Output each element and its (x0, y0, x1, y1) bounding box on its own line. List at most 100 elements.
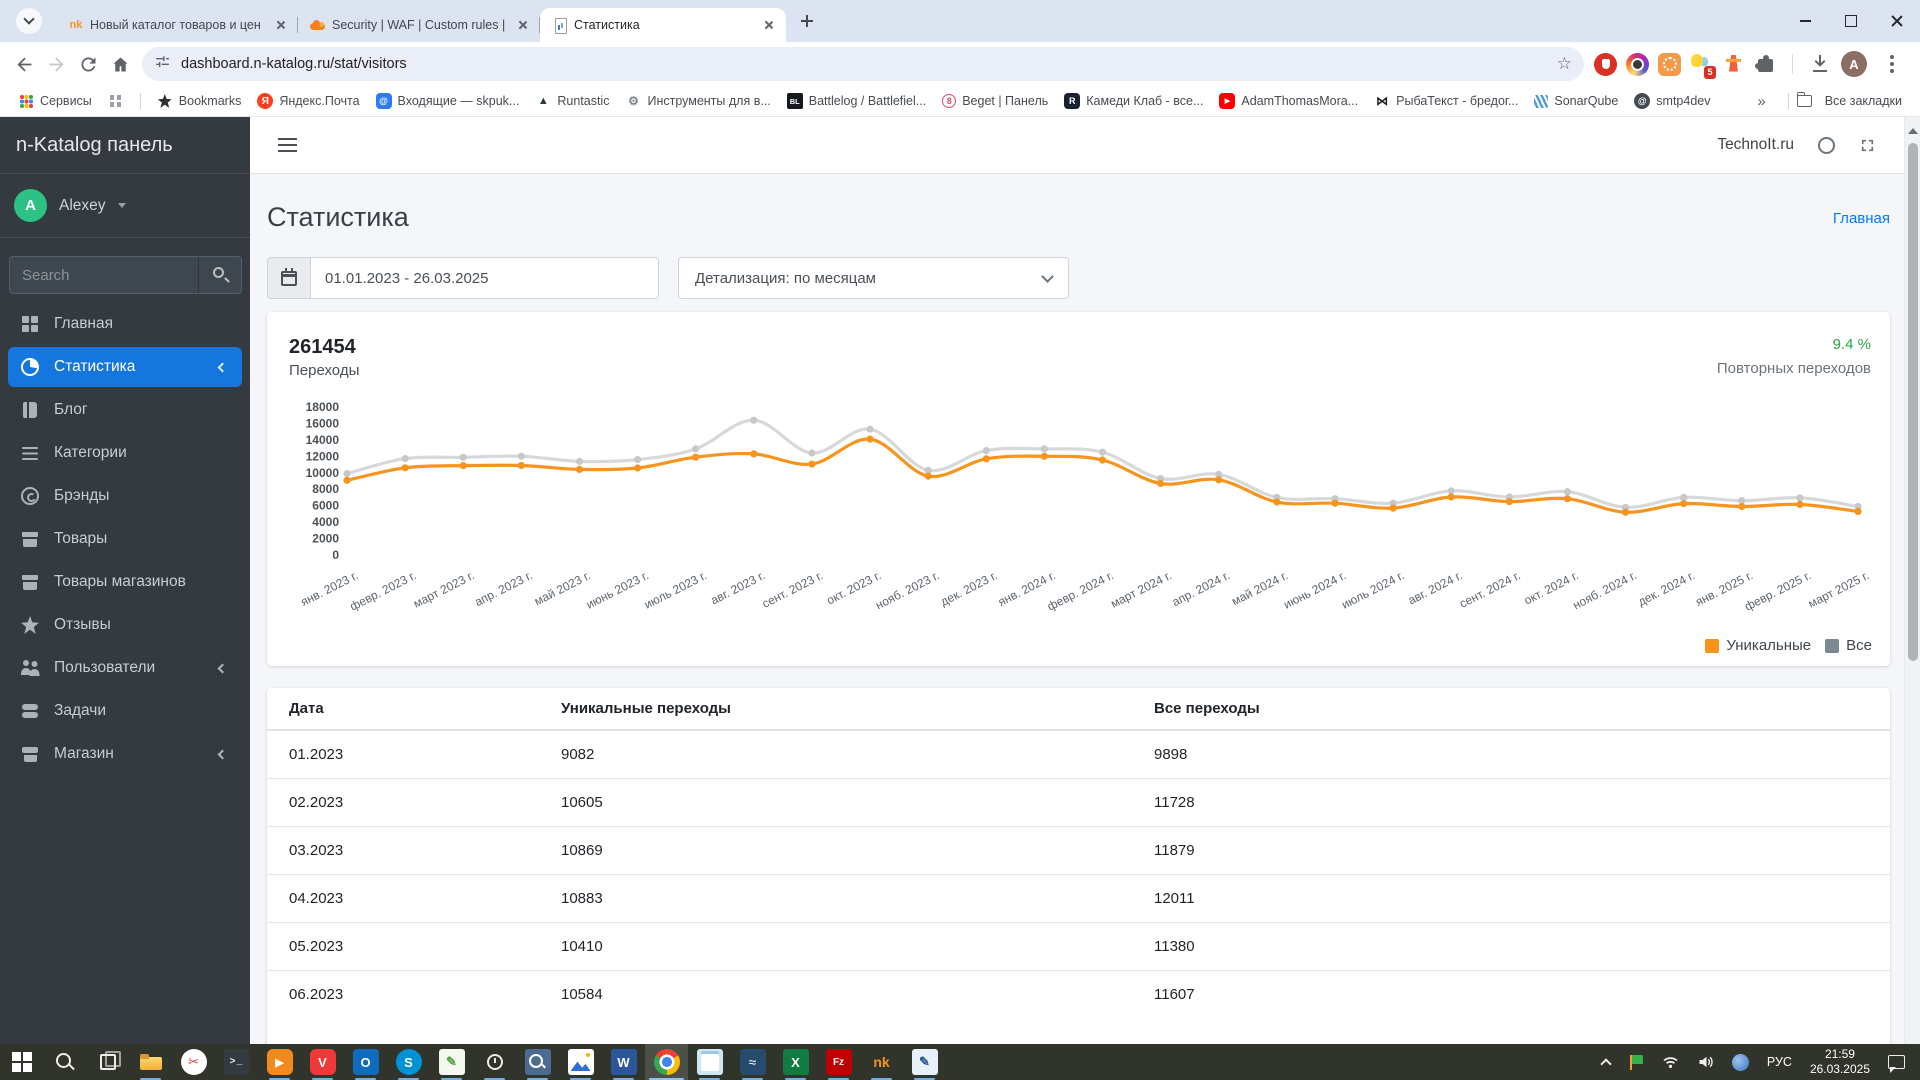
hamburger-menu-icon[interactable] (278, 137, 297, 153)
bookmark-item[interactable]: R Камеди Клаб - все... (1056, 86, 1211, 117)
bookmark-item[interactable]: Сервисы (10, 86, 100, 117)
bookmark-item[interactable]: ▲ Runtastic (527, 86, 617, 117)
taskbar-start[interactable] (0, 1044, 43, 1080)
extensions-puzzle-icon[interactable] (1754, 53, 1777, 76)
all-bookmarks-button[interactable]: Все закладки (1789, 86, 1910, 117)
sidebar-item[interactable]: Брэнды (8, 476, 242, 516)
downloads-icon[interactable] (1808, 52, 1832, 76)
sidebar-item[interactable]: Пользователи (8, 648, 242, 688)
sidebar-item[interactable]: Товары (8, 519, 242, 559)
bookmark-item[interactable]: BL Battlelog / Battlefiel... (779, 86, 934, 117)
brand[interactable]: n-Katalog панель (0, 117, 250, 174)
bookmark-item[interactable]: ⚙ Инструменты для в... (617, 86, 778, 117)
tune-icon[interactable] (154, 53, 171, 75)
maximize-button[interactable] (1828, 0, 1874, 42)
taskbar-outlook[interactable]: O (344, 1044, 387, 1080)
tray-app-icon[interactable] (1723, 1044, 1758, 1080)
table-row[interactable]: 01.2023 9082 9898 (267, 730, 1890, 779)
lighthouse-extension-icon[interactable] (1722, 53, 1745, 76)
sidebar-item[interactable]: Статистика (8, 347, 242, 387)
tab-close-icon[interactable] (274, 18, 288, 32)
clock[interactable]: 21:59 26.03.2025 (1801, 1044, 1879, 1080)
table-row[interactable]: 03.2023 10869 11879 (267, 826, 1890, 875)
volume-icon[interactable] (1688, 1044, 1723, 1080)
bookmark-item[interactable]: Я Яндекс.Почта (249, 86, 367, 117)
table-row[interactable]: 04.2023 10883 12011 (267, 874, 1890, 923)
circle-icon[interactable] (1818, 136, 1835, 154)
forward-button[interactable] (40, 48, 72, 80)
taskbar-filezilla[interactable]: Fz (817, 1044, 860, 1080)
table-row[interactable]: 02.2023 10605 11728 (267, 778, 1890, 827)
reload-button[interactable] (72, 48, 104, 80)
adblock-extension-icon[interactable] (1594, 52, 1617, 76)
sidebar-item[interactable]: Задачи (8, 691, 242, 731)
flag-tray-icon[interactable] (1619, 1044, 1653, 1080)
browser-tab[interactable]: Статистика (540, 8, 786, 42)
page-scrollbar[interactable] (1904, 117, 1920, 1044)
bookmark-item[interactable]: ▶ AdamThomasMora... (1211, 86, 1366, 117)
taskbar-paint[interactable]: ✎ (903, 1044, 946, 1080)
taskbar-task-view[interactable] (86, 1044, 129, 1080)
taskbar-search-task[interactable] (43, 1044, 86, 1080)
taskbar-media-player[interactable]: ▶ (258, 1044, 301, 1080)
table-row[interactable]: 06.2023 10584 11607 (267, 970, 1890, 1018)
tab-search-button[interactable] (16, 8, 42, 34)
bookmark-star-icon[interactable]: ☆ (1557, 54, 1572, 74)
calendar-addon[interactable] (267, 257, 310, 299)
bookmark-item[interactable]: SonarQube (1526, 86, 1626, 117)
tray-expand-button[interactable] (1593, 1044, 1619, 1080)
tab-close-icon[interactable] (516, 18, 530, 32)
profile-avatar[interactable]: A (1841, 51, 1867, 77)
idea-extension-icon[interactable]: 5 (1690, 53, 1716, 79)
breadcrumb[interactable]: Главная (1833, 202, 1890, 227)
taskbar-screen-magnifier[interactable] (516, 1044, 559, 1080)
taskbar-notepad[interactable]: ✎ (430, 1044, 473, 1080)
taskbar-notes[interactable] (688, 1044, 731, 1080)
bookmark-item[interactable] (100, 86, 149, 117)
sidebar-item[interactable]: Товары магазинов (8, 562, 242, 602)
taskbar-vivaldi[interactable]: V (301, 1044, 344, 1080)
table-row[interactable]: 05.2023 10410 11380 (267, 922, 1890, 971)
language-indicator[interactable]: РУС (1758, 1044, 1801, 1080)
taskbar-nk-app[interactable]: nk (860, 1044, 903, 1080)
fullscreen-icon[interactable] (1859, 137, 1876, 154)
taskbar-skype[interactable]: S (387, 1044, 430, 1080)
sidebar-item[interactable]: Категории (8, 433, 242, 473)
taskbar-photos[interactable] (559, 1044, 602, 1080)
site-link[interactable]: TechnoIt.ru (1717, 136, 1794, 154)
detail-select[interactable]: Детализация: по месяцам (678, 257, 1069, 299)
back-button[interactable] (8, 48, 40, 80)
taskbar-terminal[interactable]: >_ (215, 1044, 258, 1080)
close-button[interactable] (1874, 0, 1920, 42)
url-bar[interactable]: dashboard.n-katalog.ru/stat/visitors ☆ (142, 47, 1584, 81)
bookmarks-overflow-button[interactable]: » (1745, 93, 1777, 110)
user-panel[interactable]: A Alexey (0, 174, 250, 238)
taskbar-file-explorer[interactable] (129, 1044, 172, 1080)
taskbar-excel[interactable]: X (774, 1044, 817, 1080)
legend-item-all[interactable]: Все (1825, 637, 1872, 654)
sidebar-item[interactable]: Главная (8, 304, 242, 344)
browser-menu-icon[interactable] (1890, 62, 1894, 66)
sidebar-item[interactable]: Блог (8, 390, 242, 430)
bookmark-item[interactable]: Bookmarks (149, 86, 250, 117)
browser-tab[interactable]: nk Новый каталог товаров и цен (56, 8, 298, 42)
tab-close-icon[interactable] (762, 18, 776, 32)
settings-extension-icon[interactable] (1658, 52, 1681, 76)
instagram-extension-icon[interactable] (1626, 52, 1649, 76)
wifi-icon[interactable] (1653, 1044, 1688, 1080)
browser-tab[interactable]: Security | WAF | Custom rules | (298, 8, 540, 42)
legend-item-unique[interactable]: Уникальные (1705, 637, 1811, 654)
taskbar-chrome[interactable] (645, 1044, 688, 1080)
minimize-button[interactable] (1782, 0, 1828, 42)
search-input[interactable] (9, 256, 198, 294)
taskbar-screenhunter[interactable]: ✂ (172, 1044, 215, 1080)
scrollbar-thumb[interactable] (1908, 143, 1918, 661)
taskbar-timer[interactable] (473, 1044, 516, 1080)
bookmark-item[interactable]: ⋈ РыбаТекст - бредог... (1366, 86, 1526, 117)
notification-center-icon[interactable] (1879, 1044, 1914, 1080)
taskbar-ssms[interactable]: ≈ (731, 1044, 774, 1080)
sidebar-item[interactable]: Магазин (8, 734, 242, 774)
home-button[interactable] (104, 48, 136, 80)
bookmark-item[interactable]: @ Входящие — skpuk... (368, 86, 528, 117)
new-tab-button[interactable] (794, 8, 820, 34)
